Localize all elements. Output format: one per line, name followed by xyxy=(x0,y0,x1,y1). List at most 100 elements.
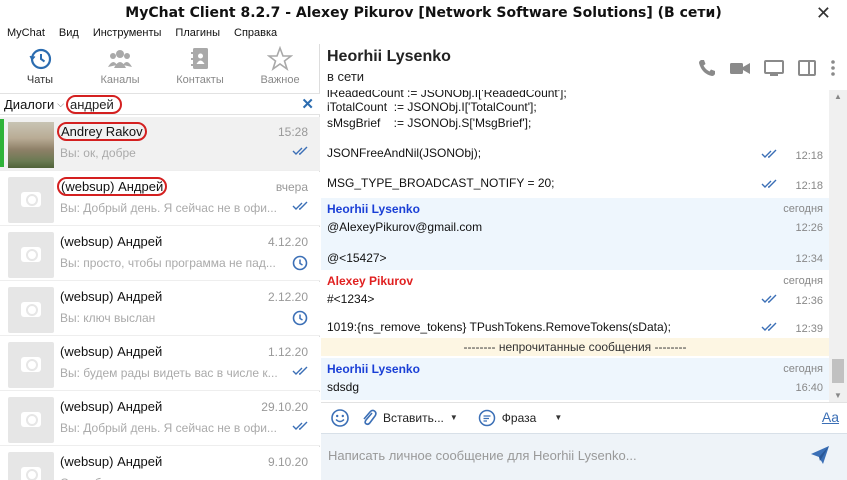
menu-bar: MyChat Вид Инструменты Плагины Справка xyxy=(0,26,277,44)
dialog-item[interactable]: (websup) Андрей вчера Вы: Добрый день. Я с… xyxy=(0,172,320,226)
dialog-time: 9.10.20 xyxy=(267,455,308,469)
paperclip-icon xyxy=(363,409,377,425)
more-vertical-icon[interactable] xyxy=(829,58,837,78)
message-text: MSG_TYPE_BROADCAST_NOTIFY = 20; xyxy=(327,176,555,190)
insert-button[interactable]: Вставить... ▼ xyxy=(360,408,458,428)
clear-search-icon[interactable]: ✕ xyxy=(301,95,314,113)
dialog-item[interactable]: Andrey Rakov 15:28 Вы: ок, добре xyxy=(0,117,320,171)
camera-icon xyxy=(8,452,54,480)
dialog-preview: Вы: Добрый день. Я сейчас не в офи... xyxy=(60,201,277,215)
dialog-name: (websup) Андрей xyxy=(60,399,163,414)
chat-panel: Heorhii Lysenko в сети lReadedCount:= J… xyxy=(321,44,847,480)
clock-icon xyxy=(292,310,310,326)
phrase-dropdown-icon: ▼ xyxy=(554,413,563,422)
double-check-icon xyxy=(761,322,777,331)
tab-chats[interactable]: Чаты xyxy=(0,44,80,92)
message-time: 12:18 xyxy=(795,150,823,162)
message-text: JSONFreeAndNil(JSONObj); xyxy=(327,146,482,160)
phrase-button[interactable]: Фраза ▼ xyxy=(478,409,562,427)
message-sender[interactable]: Alexey Pikurov xyxy=(327,274,413,288)
dialog-time: 29.10.20 xyxy=(261,400,308,414)
tab-important[interactable]: Важное xyxy=(240,44,320,92)
unread-divider: -------- непрочитанные сообщения -------… xyxy=(321,338,829,356)
clock-icon xyxy=(292,255,310,271)
chat-scrollbar[interactable]: ▲ ▼ xyxy=(829,90,847,402)
tab-channels-label: Каналы xyxy=(100,74,140,86)
message-sender[interactable]: Heorhii Lysenko xyxy=(327,362,420,376)
online-indicator xyxy=(0,119,4,167)
message-time: 12:34 xyxy=(795,253,823,265)
dialog-item[interactable]: (websup) Андрей 1.12.20 Вы: будем рады вид… xyxy=(0,337,320,391)
emoji-icon[interactable] xyxy=(330,408,350,428)
scroll-down-icon[interactable]: ▼ xyxy=(834,391,842,400)
avatar xyxy=(8,122,54,168)
dialog-item[interactable]: (websup) Андрей 9.10.20 Спасибо xyxy=(0,447,320,480)
contact-status: в сети xyxy=(327,69,365,84)
tab-contacts[interactable]: Контакты xyxy=(160,44,240,92)
menu-plugins[interactable]: Плагины xyxy=(175,26,220,44)
screen-share-icon[interactable] xyxy=(763,58,785,78)
code-line: iTotalCount := JSONObj.I['TotalCount']; xyxy=(327,100,537,114)
tab-channels[interactable]: Каналы xyxy=(80,44,160,92)
camera-icon xyxy=(8,397,54,443)
sidebar-toggle-icon[interactable] xyxy=(797,58,817,78)
menu-view[interactable]: Вид xyxy=(59,26,79,44)
message-input[interactable]: Написать личное сообщение для Heorhii Ly… xyxy=(321,433,847,480)
scroll-thumb[interactable] xyxy=(832,359,844,383)
message-text: @<15427> xyxy=(327,251,387,265)
dialog-time: 2.12.20 xyxy=(267,290,308,304)
search-input[interactable]: андрей xyxy=(66,95,122,114)
contact-name[interactable]: Heorhii Lysenko xyxy=(327,48,451,66)
font-format-button[interactable]: Aa xyxy=(822,409,839,425)
menu-mychat[interactable]: MyChat xyxy=(7,26,45,44)
insert-dropdown-icon: ▼ xyxy=(449,413,458,422)
chat-header: Heorhii Lysenko в сети xyxy=(321,44,847,90)
close-window-icon[interactable]: ✕ xyxy=(816,3,831,24)
message-day: сегодня xyxy=(783,363,823,375)
dialog-name: (websup) Андрей xyxy=(60,234,163,249)
menu-help[interactable]: Справка xyxy=(234,26,277,44)
message: Alexey Pikurov сегодня #<1234> 12:36 xyxy=(321,270,829,314)
dialogs-filter-label[interactable]: Диалоги xyxy=(4,97,54,112)
message-time: 12:39 xyxy=(795,323,823,335)
group-icon xyxy=(108,50,132,68)
message: JSONFreeAndNil(JSONObj); 12:18 xyxy=(321,142,829,168)
phrase-label: Фраза xyxy=(501,410,537,425)
dialog-name: Andrey Rakov xyxy=(57,122,147,141)
phone-icon[interactable] xyxy=(697,58,717,78)
menu-tools[interactable]: Инструменты xyxy=(93,26,162,44)
dialog-item[interactable]: (websup) Андрей 4.12.20 Вы: просто, чтобы … xyxy=(0,227,320,281)
dialog-preview: Вы: будем рады видеть вас в числе к... xyxy=(60,366,278,380)
dialog-name: (websup) Андрей xyxy=(60,454,163,469)
composer-toolbar: Вставить... ▼ Фраза ▼ Aa xyxy=(321,402,847,432)
video-camera-icon[interactable] xyxy=(729,58,751,78)
nav-tabs: Чаты Каналы Контакты Важное xyxy=(0,44,320,92)
message-time: 16:40 xyxy=(795,382,823,394)
scroll-up-icon[interactable]: ▲ xyxy=(834,92,842,101)
double-check-icon xyxy=(761,149,777,158)
message-day: сегодня xyxy=(783,275,823,287)
message-history: lReadedCount := JSONObj.I['ReadedCount']… xyxy=(321,90,829,442)
dialog-item[interactable]: (websup) Андрей 29.10.20 Вы: Добрый день. … xyxy=(0,392,320,446)
title-bar: MyChat Client 8.2.7 - Alexey Pikurov [Ne… xyxy=(0,0,847,26)
left-panel: Чаты Каналы Контакты Важное Диалоги ⌵ ан… xyxy=(0,44,320,480)
phrase-icon xyxy=(478,409,496,426)
star-icon xyxy=(267,46,293,72)
double-check-icon xyxy=(292,200,310,216)
message-sender[interactable]: Heorhii Lysenko xyxy=(327,202,420,216)
dialog-preview: Вы: просто, чтобы программа не пад... xyxy=(60,256,276,270)
dialog-preview: Вы: Добрый день. Я сейчас не в офи... xyxy=(60,421,277,435)
code-line: lReadedCount := JSONObj.I['ReadedCount']… xyxy=(327,90,567,100)
contacts-book-icon xyxy=(191,48,208,69)
camera-icon xyxy=(8,342,54,388)
double-check-icon xyxy=(292,420,310,436)
message-text: #<1234> xyxy=(327,292,375,306)
send-icon[interactable] xyxy=(809,444,831,466)
chevron-down-icon[interactable]: ⌵ xyxy=(57,99,64,110)
tab-important-label: Важное xyxy=(260,74,300,86)
camera-icon xyxy=(8,177,54,223)
message-time: 12:26 xyxy=(795,222,823,234)
dialog-item[interactable]: (websup) Андрей 2.12.20 Вы: ключ выслан xyxy=(0,282,320,336)
dialog-time: 4.12.20 xyxy=(267,235,308,249)
dialog-time: вчера xyxy=(275,180,308,194)
